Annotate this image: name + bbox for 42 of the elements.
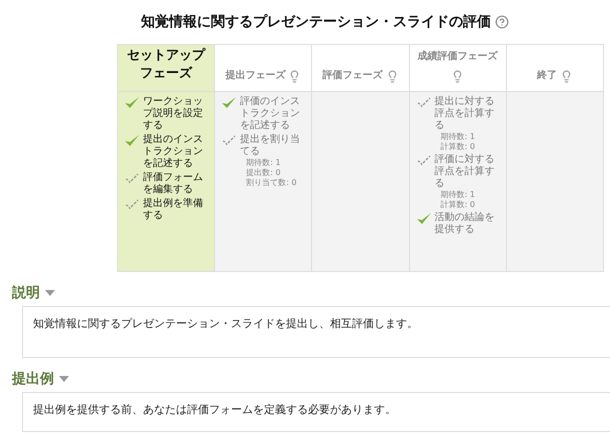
help-icon[interactable] xyxy=(495,15,509,29)
dashed-check-icon xyxy=(124,198,140,212)
lightbulb-icon[interactable] xyxy=(386,70,398,83)
check-icon xyxy=(221,96,238,110)
collapse-arrow-icon[interactable] xyxy=(45,290,55,296)
task-label[interactable]: 提出のインストラクションを記述する xyxy=(143,134,205,170)
check-icon xyxy=(416,212,432,226)
task-label[interactable]: 提出を割り当てる xyxy=(240,134,302,158)
lightbulb-icon[interactable] xyxy=(451,70,464,83)
phase-header[interactable]: 終了 xyxy=(506,44,604,92)
lightbulb-icon[interactable] xyxy=(560,70,573,83)
task-detail: 計算数: 0 xyxy=(440,200,476,210)
task-label[interactable]: ワークショップ説明を設定する xyxy=(143,96,205,132)
section-heading[interactable]: 提出例 xyxy=(12,370,54,388)
task-label[interactable]: 提出に対する評点を計算する xyxy=(434,96,497,132)
task-label[interactable]: 評価に対する評点を計算する xyxy=(434,154,497,190)
task-label[interactable]: 評価フォームを編集する xyxy=(143,172,205,196)
phase-header[interactable]: セットアップフェーズ xyxy=(118,44,214,92)
check-icon xyxy=(124,134,140,148)
collapse-arrow-icon[interactable] xyxy=(59,376,69,382)
task-detail: 期待数: 1 xyxy=(245,158,282,168)
section-text: 提出例を提供する前、あなたは評価フォームを定義する必要があります。 xyxy=(22,392,610,432)
section-heading[interactable]: 説明 xyxy=(12,284,40,302)
page-title: 知覚情報に関するプレゼンテーション・スライドの評価 xyxy=(141,13,491,31)
phase-header[interactable]: 提出フェーズ xyxy=(215,44,312,92)
dashed-check-icon xyxy=(221,134,238,148)
phase-header[interactable]: 評価フェーズ xyxy=(312,44,409,92)
check-icon xyxy=(124,96,140,110)
task-detail: 提出数: 0 xyxy=(245,168,282,178)
lightbulb-icon[interactable] xyxy=(288,70,302,83)
task-detail: 割り当て数: 0 xyxy=(245,178,298,188)
task-detail: 期待数: 1 xyxy=(440,190,476,200)
task-label[interactable]: 提出例を準備する xyxy=(143,198,205,222)
dashed-check-icon xyxy=(124,172,140,186)
task-label[interactable]: 活動の結論を提供する xyxy=(434,212,497,236)
dashed-check-icon xyxy=(416,96,432,110)
task-detail: 計算数: 0 xyxy=(440,142,476,152)
section-text: 知覚情報に関するプレゼンテーション・スライドを提出し、相互評価します。 xyxy=(22,306,610,358)
phase-header[interactable]: 成績評価フェーズ xyxy=(410,44,506,92)
task-detail: 期待数: 1 xyxy=(440,132,476,142)
dashed-check-icon xyxy=(416,154,432,168)
task-label[interactable]: 評価のインストラクションを記述する xyxy=(240,96,302,132)
